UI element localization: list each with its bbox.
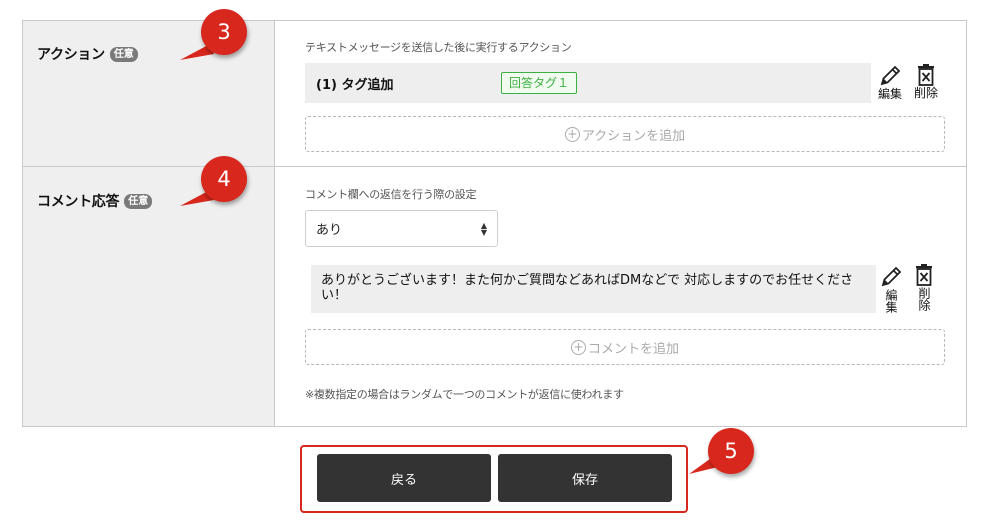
callout-3: 3 <box>201 9 247 55</box>
action-caption: テキストメッセージを送信した後に実行するアクション <box>305 41 572 54</box>
action-edit-button[interactable]: 編集 <box>878 64 902 101</box>
comment-edit-button[interactable]: 編集 <box>879 265 903 313</box>
save-button[interactable]: 保存 <box>498 454 672 502</box>
delete-label: 削除 <box>917 287 931 311</box>
action-item-title: (1) タグ追加 <box>316 77 394 93</box>
settings-table: アクション 任意 テキストメッセージを送信した後に実行するアクション (1) タ… <box>22 20 967 427</box>
back-button[interactable]: 戻る <box>317 454 491 502</box>
plus-circle-icon: + <box>564 126 580 142</box>
pencil-icon <box>881 266 902 287</box>
trash-icon <box>918 64 934 86</box>
comment-reply-select[interactable]: あり ▲ ▼ <box>305 210 498 247</box>
edit-label: 編集 <box>878 87 903 101</box>
comment-label-cell: コメント応答 任意 <box>23 167 275 426</box>
add-action-label: アクションを追加 <box>581 128 686 144</box>
callout-5: 5 <box>708 428 754 474</box>
plus-circle-icon: + <box>570 339 586 355</box>
action-label: アクション <box>37 47 105 63</box>
optional-badge: 任意 <box>124 193 153 209</box>
action-delete-button[interactable]: 削除 <box>914 63 938 100</box>
add-comment-label: コメントを追加 <box>587 341 679 357</box>
comment-caption: コメント欄への返信を行う際の設定 <box>305 188 477 201</box>
comment-content: コメント欄への返信を行う際の設定 あり ▲ ▼ ありがとうございます！また何かご質… <box>275 167 966 426</box>
random-note: ※複数指定の場合はランダムで一つのコメントが返信に使われます <box>305 388 624 401</box>
comment-text: ありがとうございます！また何かご質問などあればDMなどで 対応しますのでお任せく… <box>321 273 854 303</box>
add-action-button[interactable]: + アクションを追加 <box>305 116 945 152</box>
edit-label: 編集 <box>884 289 898 313</box>
action-item: (1) タグ追加 回答タグ１ <box>305 63 871 103</box>
trash-icon <box>916 264 932 286</box>
comment-delete-button[interactable]: 削除 <box>913 263 935 311</box>
action-content: テキストメッセージを送信した後に実行するアクション (1) タグ追加 回答タグ１… <box>275 21 966 166</box>
select-arrows-icon: ▲ ▼ <box>480 220 487 237</box>
optional-badge: 任意 <box>109 46 138 62</box>
page: アクション 任意 テキストメッセージを送信した後に実行するアクション (1) タ… <box>0 0 985 527</box>
comment-label: コメント応答 <box>37 194 120 210</box>
callout-4: 4 <box>201 156 247 202</box>
pencil-icon <box>880 65 901 86</box>
delete-label: 削除 <box>914 86 939 100</box>
add-comment-button[interactable]: + コメントを追加 <box>305 329 945 365</box>
tag-pill: 回答タグ１ <box>501 72 578 94</box>
action-row: アクション 任意 テキストメッセージを送信した後に実行するアクション (1) タ… <box>23 21 966 167</box>
select-value: あり <box>316 223 343 238</box>
comment-item: ありがとうございます！また何かご質問などあればDMなどで 対応しますのでお任せく… <box>311 265 876 313</box>
comment-row: コメント応答 任意 コメント欄への返信を行う際の設定 あり ▲ ▼ ありがとうござ… <box>23 167 966 426</box>
